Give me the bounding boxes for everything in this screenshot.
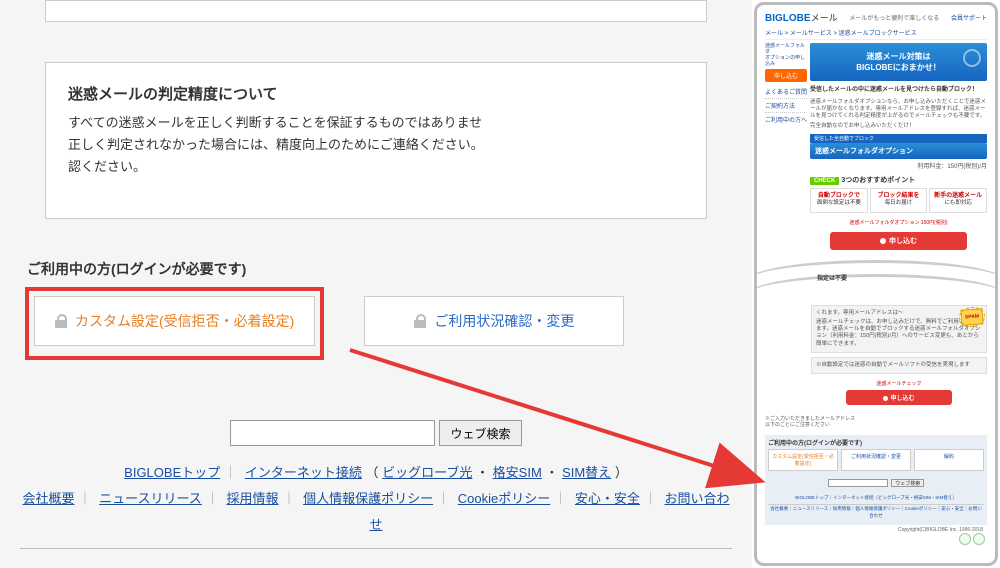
footer-link-cookie[interactable]: Cookieポリシー xyxy=(458,491,550,506)
preview-price: 利用料金：150円(税別)/月 xyxy=(810,159,987,172)
gear-icon xyxy=(963,49,981,67)
preview-side-link-1: ご契約方法 xyxy=(765,99,807,113)
footer-link-company[interactable]: 会社概要 xyxy=(22,491,74,506)
footer-link-simchange[interactable]: SIM替え xyxy=(562,465,611,480)
web-search-button[interactable]: ウェブ検索 xyxy=(439,420,521,446)
preview-sub: 受信したメールの中に迷惑メールを見つけたら自動ブロック！ xyxy=(810,81,987,96)
login-section: ご利用中の方(ログインが必要です) カスタム設定(受信拒否・必着設定) ご利用状… xyxy=(25,259,727,360)
page-preview-thumbnail: BIGLOBEメール メールがもっと便利で楽しくなる 会員サポート メール > … xyxy=(752,0,1000,568)
preview-search-input xyxy=(828,479,888,487)
footer-link-privacy[interactable]: 個人情報保護ポリシー xyxy=(303,491,433,506)
preview-login-section: ご利用中の方(ログインが必要です) カスタム設定(受信拒否・必着設定) ご利用状… xyxy=(765,435,987,526)
search-input[interactable] xyxy=(230,420,435,446)
preview-side-link-0: よくあるご質問 xyxy=(765,85,807,99)
wave-break xyxy=(754,260,998,296)
preview-cards: 自動ブロックで面倒な設定は不要 ブロック結果を毎日お届け 新手の迷惑メールにも即… xyxy=(810,188,987,213)
preview-side-link-2: ご利用中の方へ xyxy=(765,113,807,126)
footer-link-internet[interactable]: インターネット接続 xyxy=(245,465,362,480)
preview-option-bar: 迷惑メールフォルダオプション xyxy=(810,143,987,159)
footer-link-top[interactable]: BIGLOBEトップ xyxy=(124,465,220,480)
accuracy-text-3: 認ください。 xyxy=(68,156,684,178)
lock-icon xyxy=(55,314,67,328)
preview-footlinks1: BIGLOBEトップ｜インターネット接続（ビッグローブ光・格安SIM・SIM替え… xyxy=(768,494,984,505)
preview-breadcrumb: メール > メールサービス > 迷惑メールブロックサービス xyxy=(765,28,987,40)
footer-links: BIGLOBEトップ｜ インターネット接続 （ ビッグローブ光 ・ 格安SIM … xyxy=(20,460,732,549)
spam-stamp-icon: SPAM xyxy=(960,308,983,325)
preview-apply2-button: 申し込む xyxy=(846,390,952,405)
footer-link-safety[interactable]: 安心・安全 xyxy=(575,491,640,506)
accuracy-box: 迷惑メールの判定精度について すべての迷惑メールを正しく判断することを保証するも… xyxy=(45,62,707,219)
preview-logo: BIGLOBE xyxy=(765,13,811,24)
preview-apply-button: 申し込む xyxy=(830,232,967,250)
search-row: ウェブ検索 xyxy=(20,420,732,446)
custom-settings-label: カスタム設定(受信拒否・必着設定) xyxy=(75,311,294,331)
preview-tagline: メールがもっと便利で楽しくなる xyxy=(849,13,939,22)
footer-link-hikari[interactable]: ビッグローブ光 xyxy=(382,465,472,480)
login-heading: ご利用中の方(ログインが必要です) xyxy=(25,259,727,279)
top-empty-box xyxy=(45,0,707,22)
preview-login-btn-0: カスタム設定(受信拒否・必着設定) xyxy=(768,449,838,471)
preview-desc2: 完全自動なのでお申し込みいただくだけ！ xyxy=(810,123,987,133)
preview-greybox: くれます。専用メールアドレスは～ 迷惑メールチェックは、お申し込みだけで、無料で… xyxy=(811,305,987,353)
highlight-frame: カスタム設定(受信拒否・必着設定) xyxy=(25,287,324,360)
preview-login-btn-2: 解約 xyxy=(914,449,984,471)
preview-hero: 迷惑メール対策は BIGLOBEにおまかせ！ xyxy=(810,43,987,81)
footer-link-sim[interactable]: 格安SIM xyxy=(493,465,542,480)
preview-copyright: Copyright(C)BIGLOBE Inc. 1996-2018 xyxy=(765,525,987,535)
preview-cert-badges xyxy=(959,533,985,545)
preview-nav: 会員サポート xyxy=(951,13,987,22)
accuracy-title: 迷惑メールの判定精度について xyxy=(68,83,684,104)
footer-link-recruit[interactable]: 採用情報 xyxy=(226,491,278,506)
usage-status-button[interactable]: ご利用状況確認・変更 xyxy=(364,296,624,346)
usage-status-label: ご利用状況確認・変更 xyxy=(434,311,574,331)
preview-footlinks2: 会社概要｜ニュースリリース｜採用情報｜個人情報保護ポリシー｜Cookieポリシー… xyxy=(768,505,984,522)
main-content: 迷惑メールの判定精度について すべての迷惑メールを正しく判断することを保証するも… xyxy=(0,0,752,568)
footer-link-news[interactable]: ニュースリリース xyxy=(99,491,202,506)
preview-side-apply: 申し込む xyxy=(765,69,807,82)
accuracy-text-1: すべての迷惑メールを正しく判断することを保証するものではありませ xyxy=(68,112,684,134)
preview-search-button: ウェブ検索 xyxy=(891,479,924,487)
accuracy-text-2: 正しく判定されなかった場合には、精度向上のためにご連絡ください。 xyxy=(68,134,684,156)
preview-login-btn-1: ご利用状況確認・変更 xyxy=(841,449,911,471)
lock-icon xyxy=(414,314,426,328)
custom-settings-button[interactable]: カスタム設定(受信拒否・必着設定) xyxy=(34,296,315,346)
preview-desc: 迷惑メールフォルダオプションなら、お申し込みいただくことで迷惑メールが届かなくな… xyxy=(810,96,987,123)
